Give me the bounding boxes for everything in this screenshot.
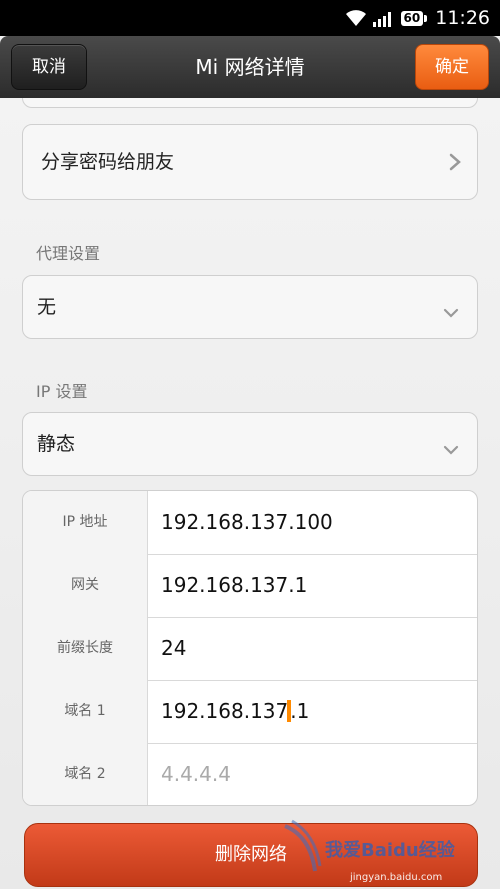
battery-icon: 60 [400, 10, 427, 26]
status-bar: 60 11:26 [0, 0, 500, 36]
dns1-label: 域名 1 [23, 680, 148, 743]
share-password-row[interactable]: 分享密码给朋友 [22, 124, 478, 200]
gateway-label: 网关 [23, 554, 148, 617]
dns1-row: 域名 1 192.168.137.1 [23, 680, 477, 744]
ip-address-label: IP 地址 [23, 491, 148, 554]
prefix-length-label: 前缀长度 [23, 617, 148, 680]
delete-network-button[interactable]: 删除网络 [24, 823, 478, 887]
confirm-button[interactable]: 确定 [415, 44, 489, 90]
ip-settings-value: 静态 [37, 433, 76, 455]
dns1-input[interactable]: 192.168.137.1 [161, 680, 309, 743]
dns1-text-before-caret: 192.168.137 [161, 699, 289, 723]
gateway-row: 网关 192.168.137.1 [23, 554, 477, 618]
dns2-row: 域名 2 4.4.4.4 [23, 743, 477, 805]
signal-icon [372, 9, 395, 27]
chevron-down-icon [443, 301, 459, 323]
clock: 11:26 [435, 7, 490, 29]
chevron-right-icon [449, 153, 461, 176]
chevron-down-icon [443, 438, 459, 460]
dns2-label: 域名 2 [23, 743, 148, 805]
ip-section-label: IP 设置 [36, 382, 88, 401]
ip-address-input[interactable]: 192.168.137.100 [161, 491, 333, 554]
page-title: Mi 网络详情 [195, 55, 305, 79]
ip-address-row: IP 地址 192.168.137.100 [23, 491, 477, 555]
prefix-length-input[interactable]: 24 [161, 617, 186, 680]
prefix-length-row: 前缀长度 24 [23, 617, 477, 681]
ip-settings-select[interactable]: 静态 [22, 412, 478, 476]
dns1-text-after-caret: .1 [290, 699, 310, 723]
settings-content[interactable]: 分享密码给朋友 代理设置 无 IP 设置 静态 IP 地址 192.168.13… [0, 98, 500, 889]
cancel-button[interactable]: 取消 [11, 44, 87, 90]
ip-fields-table: IP 地址 192.168.137.100 网关 192.168.137.1 前… [22, 490, 478, 806]
proxy-select[interactable]: 无 [22, 275, 478, 339]
previous-row [22, 98, 478, 108]
proxy-value: 无 [37, 296, 57, 318]
dns2-input[interactable]: 4.4.4.4 [161, 743, 231, 805]
wifi-icon [345, 9, 367, 27]
share-password-label: 分享密码给朋友 [41, 151, 175, 173]
gateway-input[interactable]: 192.168.137.1 [161, 554, 307, 617]
proxy-section-label: 代理设置 [36, 244, 101, 263]
title-bar: 取消 Mi 网络详情 确定 [0, 36, 500, 98]
